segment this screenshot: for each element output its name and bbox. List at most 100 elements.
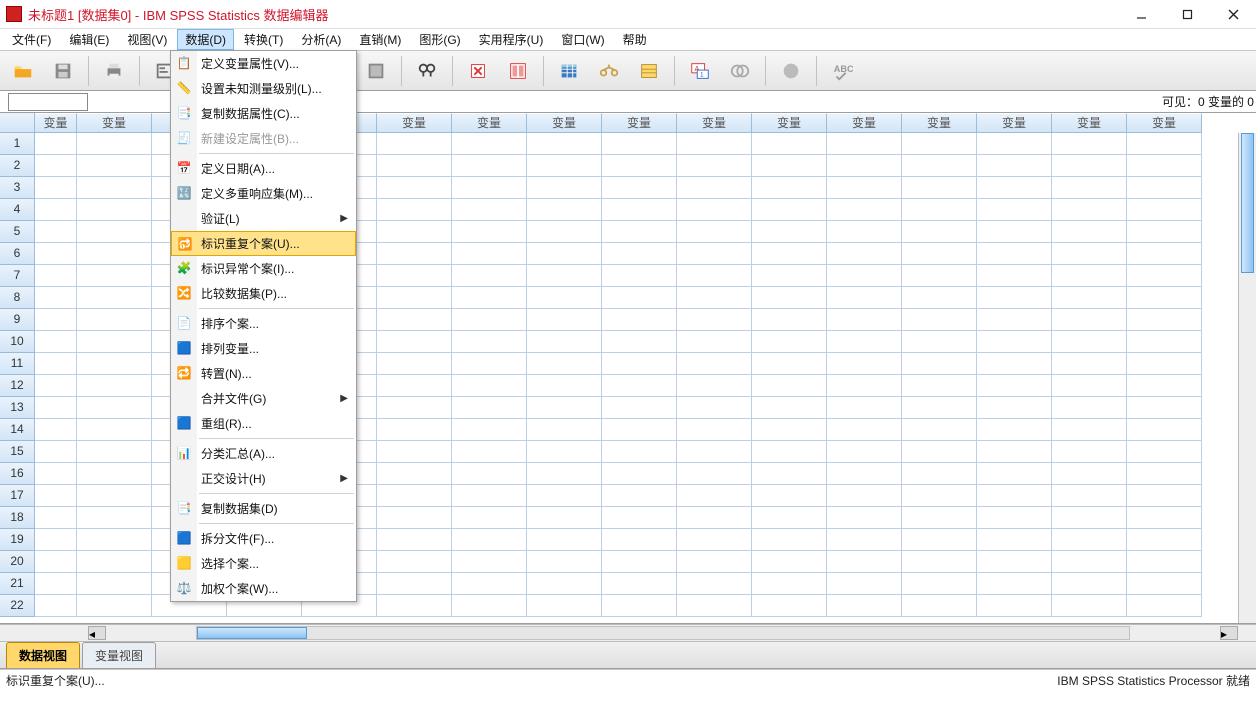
menu-edit[interactable]: 编辑(E): [61, 29, 117, 50]
data-cell[interactable]: [1127, 463, 1202, 485]
data-cell[interactable]: [677, 441, 752, 463]
data-cell[interactable]: [35, 551, 77, 573]
menu-merge-files[interactable]: 合并文件(G)▶: [171, 386, 356, 411]
data-cell[interactable]: [77, 551, 152, 573]
select-cases-button[interactable]: [632, 55, 666, 87]
data-cell[interactable]: [35, 133, 77, 155]
data-cell[interactable]: [35, 177, 77, 199]
data-cell[interactable]: [752, 309, 827, 331]
data-cell[interactable]: [527, 287, 602, 309]
data-cell[interactable]: [452, 353, 527, 375]
data-cell[interactable]: [452, 573, 527, 595]
data-cell[interactable]: [377, 485, 452, 507]
data-cell[interactable]: [35, 287, 77, 309]
data-cell[interactable]: [752, 573, 827, 595]
data-cell[interactable]: [977, 419, 1052, 441]
row-header[interactable]: 3: [0, 177, 35, 199]
data-cell[interactable]: [527, 485, 602, 507]
data-cell[interactable]: [452, 155, 527, 177]
data-cell[interactable]: [452, 529, 527, 551]
tab-variable-view[interactable]: 变量视图: [82, 642, 156, 668]
insert-case-button[interactable]: [461, 55, 495, 87]
data-cell[interactable]: [752, 485, 827, 507]
goto-case-input[interactable]: [8, 93, 88, 111]
data-cell[interactable]: [527, 463, 602, 485]
data-cell[interactable]: [827, 199, 902, 221]
data-cell[interactable]: [77, 331, 152, 353]
data-cell[interactable]: [527, 529, 602, 551]
data-cell[interactable]: [902, 133, 977, 155]
scroll-right-button[interactable]: ▸: [1220, 626, 1238, 640]
data-cell[interactable]: [602, 309, 677, 331]
data-cell[interactable]: [1052, 199, 1127, 221]
data-cell[interactable]: [1052, 133, 1127, 155]
data-cell[interactable]: [77, 133, 152, 155]
data-cell[interactable]: [977, 463, 1052, 485]
menu-identify-unusual-cases[interactable]: 🧩标识异常个案(I)...: [171, 256, 356, 281]
data-cell[interactable]: [1127, 441, 1202, 463]
data-cell[interactable]: [77, 309, 152, 331]
data-cell[interactable]: [977, 353, 1052, 375]
data-cell[interactable]: [452, 463, 527, 485]
data-cell[interactable]: [827, 309, 902, 331]
data-cell[interactable]: [1052, 265, 1127, 287]
data-cell[interactable]: [527, 551, 602, 573]
data-cell[interactable]: [527, 375, 602, 397]
data-cell[interactable]: [677, 331, 752, 353]
data-cell[interactable]: [527, 419, 602, 441]
menu-direct[interactable]: 直销(M): [351, 29, 409, 50]
data-cell[interactable]: [1127, 199, 1202, 221]
data-cell[interactable]: [35, 221, 77, 243]
data-cell[interactable]: [752, 331, 827, 353]
column-header[interactable]: 变量: [677, 113, 752, 133]
data-cell[interactable]: [1127, 375, 1202, 397]
menu-copy-data-properties[interactable]: 📑复制数据属性(C)...: [171, 101, 356, 126]
data-cell[interactable]: [1127, 309, 1202, 331]
data-cell[interactable]: [527, 441, 602, 463]
data-cell[interactable]: [35, 155, 77, 177]
data-cell[interactable]: [677, 221, 752, 243]
minimize-button[interactable]: [1118, 0, 1164, 28]
weight-cases-button[interactable]: [592, 55, 626, 87]
spellcheck-button[interactable]: ABC: [825, 55, 859, 87]
data-cell[interactable]: [752, 595, 827, 617]
data-cell[interactable]: [602, 397, 677, 419]
data-cell[interactable]: [752, 397, 827, 419]
data-cell[interactable]: [677, 265, 752, 287]
menu-sort-cases[interactable]: 📄排序个案...: [171, 311, 356, 336]
data-cell[interactable]: [527, 265, 602, 287]
data-cell[interactable]: [677, 507, 752, 529]
data-cell[interactable]: [377, 441, 452, 463]
data-cell[interactable]: [752, 529, 827, 551]
data-cell[interactable]: [677, 243, 752, 265]
menu-file[interactable]: 文件(F): [4, 29, 59, 50]
data-cell[interactable]: [677, 485, 752, 507]
data-cell[interactable]: [677, 199, 752, 221]
data-cell[interactable]: [1127, 133, 1202, 155]
scroll-left-button[interactable]: ◂: [88, 626, 106, 640]
data-cell[interactable]: [752, 441, 827, 463]
close-button[interactable]: [1210, 0, 1256, 28]
data-cell[interactable]: [602, 133, 677, 155]
data-cell[interactable]: [827, 331, 902, 353]
data-cell[interactable]: [977, 309, 1052, 331]
data-cell[interactable]: [527, 309, 602, 331]
data-cell[interactable]: [1052, 463, 1127, 485]
data-cell[interactable]: [827, 529, 902, 551]
column-header[interactable]: 变量: [977, 113, 1052, 133]
data-cell[interactable]: [1127, 397, 1202, 419]
data-cell[interactable]: [902, 177, 977, 199]
data-cell[interactable]: [602, 243, 677, 265]
data-cell[interactable]: [752, 507, 827, 529]
data-cell[interactable]: [77, 375, 152, 397]
data-cell[interactable]: [902, 573, 977, 595]
data-cell[interactable]: [377, 221, 452, 243]
data-cell[interactable]: [677, 463, 752, 485]
data-cell[interactable]: [902, 419, 977, 441]
data-cell[interactable]: [602, 155, 677, 177]
data-cell[interactable]: [677, 529, 752, 551]
data-cell[interactable]: [35, 309, 77, 331]
data-cell[interactable]: [902, 287, 977, 309]
data-cell[interactable]: [827, 441, 902, 463]
data-cell[interactable]: [77, 221, 152, 243]
